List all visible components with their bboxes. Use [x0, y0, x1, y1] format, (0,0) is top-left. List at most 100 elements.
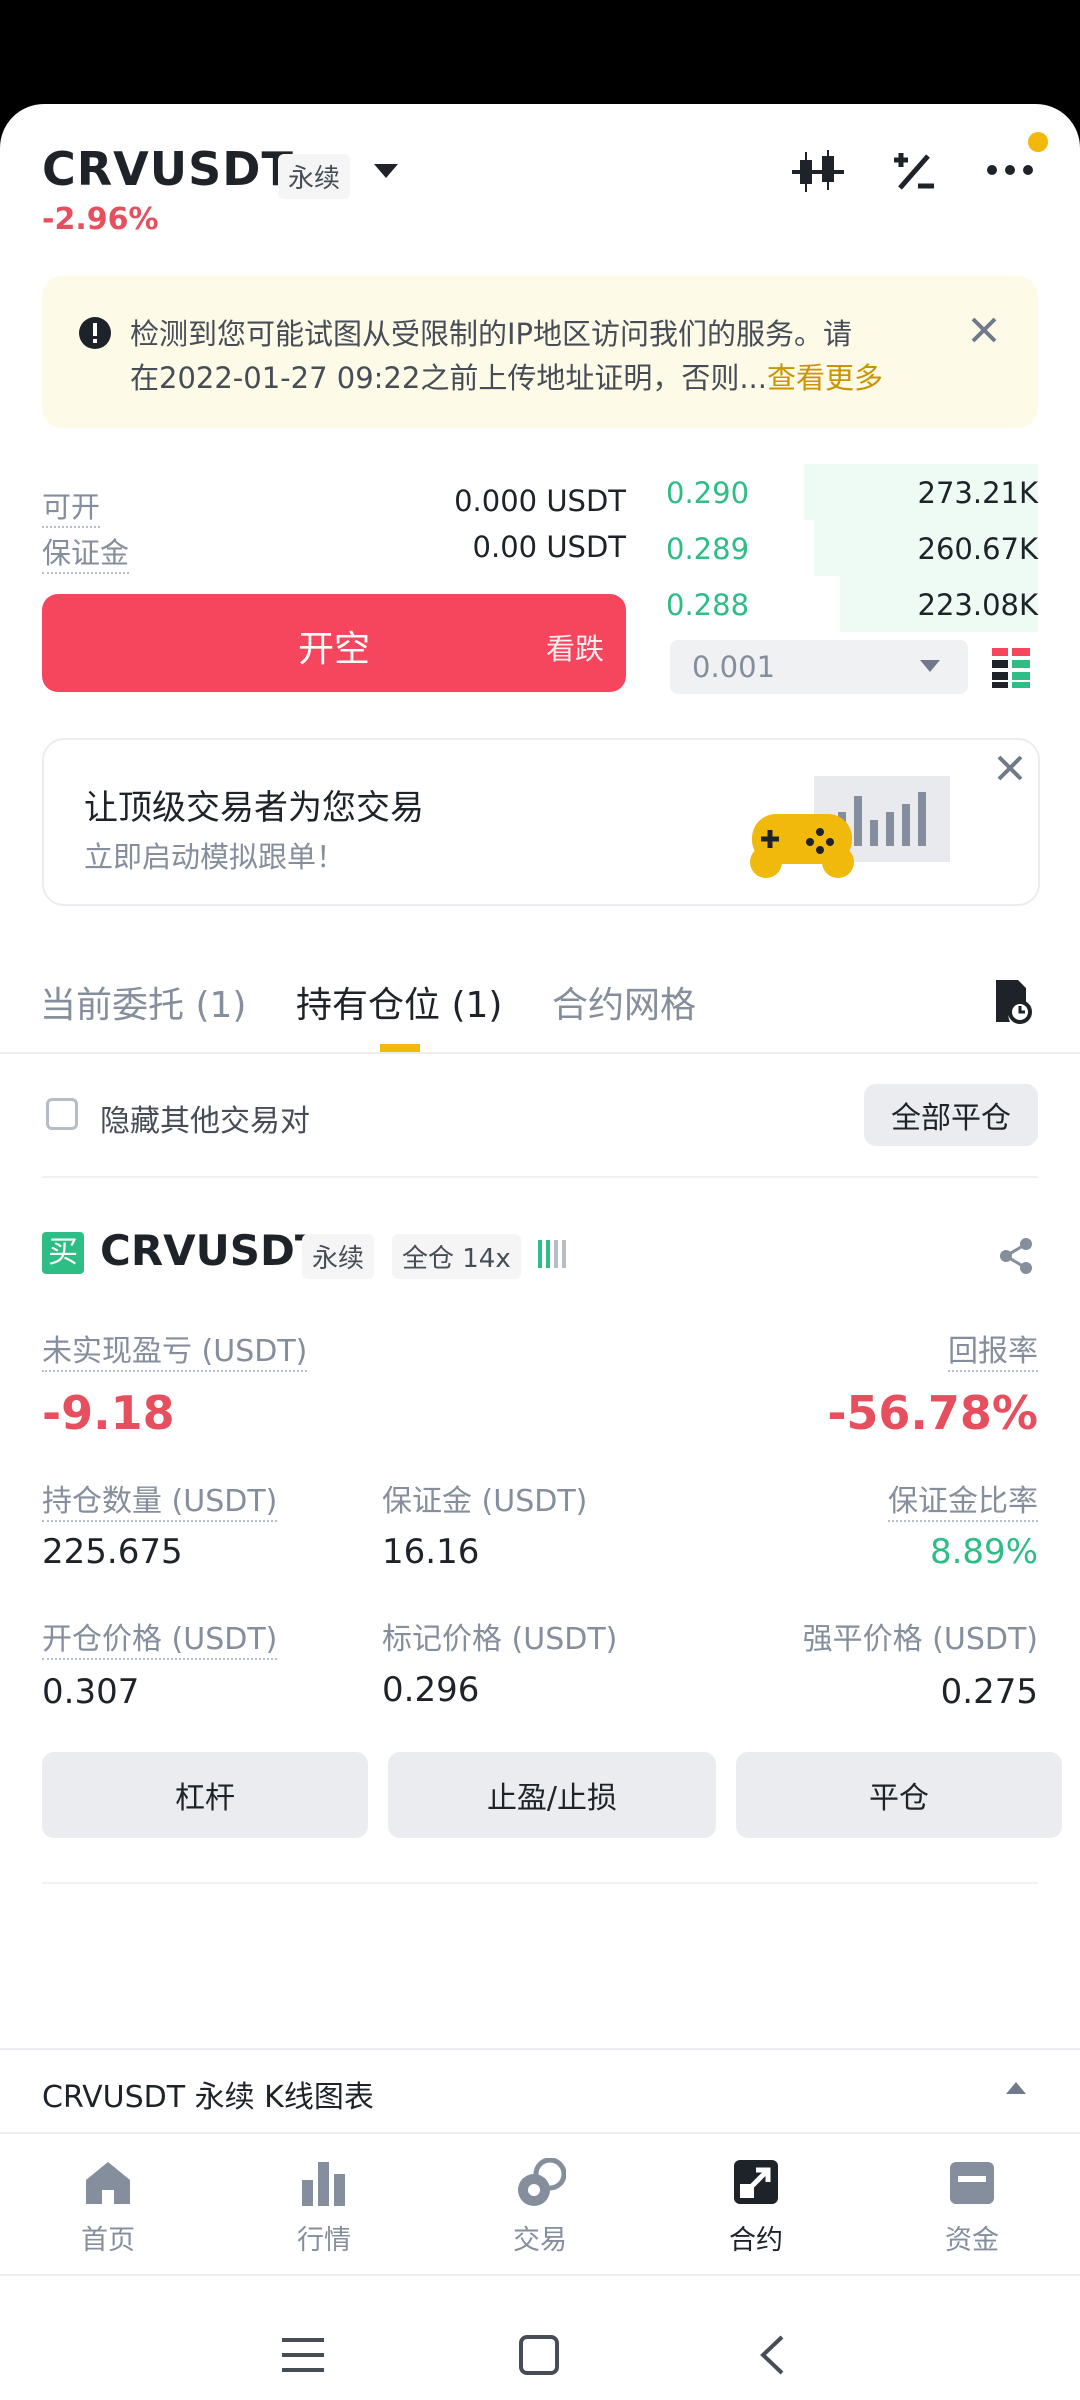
unrealized-pnl-label: 未实现盈亏 (USDT)	[42, 1326, 308, 1372]
home-icon	[86, 2162, 130, 2204]
warning-line-2-text: 在2022-01-27 09:22之前上传地址证明，否则...	[130, 361, 767, 395]
margin-mode-badge: 全仓 14x	[392, 1234, 521, 1279]
unrealized-pnl-value: -9.18	[42, 1386, 175, 1440]
chevron-down-icon	[920, 660, 940, 672]
filter-divider	[42, 1176, 1038, 1178]
promo-title: 让顶级交易者为您交易	[84, 788, 424, 828]
candlestick-icon[interactable]	[792, 148, 844, 196]
nav-markets-label: 行情	[297, 2225, 351, 2256]
margin-ratio-value: 8.89%	[929, 1532, 1038, 1572]
bid-price: 0.288	[666, 588, 750, 622]
wallet-icon	[950, 2162, 994, 2204]
markets-icon	[302, 2162, 345, 2206]
recent-apps-icon[interactable]	[282, 2336, 324, 2374]
bid-quantity: 273.21K	[917, 476, 1039, 510]
roe-label: 回报率	[948, 1326, 1038, 1372]
order-history-icon[interactable]	[992, 978, 1032, 1024]
entry-price-value: 0.307	[42, 1672, 140, 1712]
tab-futures-grid[interactable]: 合约网格	[552, 976, 696, 1028]
buy-badge: 买	[42, 1232, 84, 1274]
bid-price: 0.290	[666, 476, 750, 510]
available-label: 可开	[42, 484, 101, 528]
hide-other-pairs-checkbox[interactable]	[46, 1098, 78, 1130]
available-value: 0.000 USDT	[454, 484, 626, 518]
symbol-title[interactable]: CRVUSDT	[42, 142, 294, 196]
entry-price-label: 开仓价格 (USDT)	[42, 1614, 278, 1660]
kline-chart-label: CRVUSDT 永续 K线图表	[42, 2080, 374, 2115]
position-divider	[42, 1882, 1038, 1884]
nav-home[interactable]: 首页	[48, 2134, 168, 2274]
liquidation-price-value: 0.275	[940, 1672, 1038, 1712]
close-promo-icon[interactable]	[996, 754, 1024, 782]
position-type-badge: 永续	[302, 1234, 375, 1279]
bearish-label: 看跌	[545, 632, 604, 666]
promo-subtitle: 立即启动模拟跟单！	[84, 840, 346, 874]
perpetual-badge: 永续	[278, 154, 351, 199]
open-short-label: 开空	[297, 629, 370, 670]
mark-price-label: 标记价格 (USDT)	[382, 1622, 618, 1657]
open-short-button[interactable]: 开空 看跌	[42, 594, 626, 692]
warning-line-2: 在2022-01-27 09:22之前上传地址证明，否则...查看更多	[130, 356, 990, 400]
bid-price: 0.289	[666, 532, 750, 566]
bid-quantity: 223.08K	[917, 588, 1039, 622]
warning-line-1: 检测到您可能试图从受限制的IP地区访问我们的服务。请	[130, 317, 853, 351]
price-change: -2.96%	[42, 202, 159, 237]
orderbook-layout-icon[interactable]	[992, 648, 1030, 688]
position-size-value: 225.675	[42, 1532, 183, 1572]
orderbook-row[interactable]: 0.289 260.67K	[664, 520, 1038, 576]
precision-select[interactable]: 0.001	[670, 640, 968, 694]
chevron-up-icon	[1006, 2082, 1026, 2094]
margin-ratio-label: 保证金比率	[888, 1476, 1038, 1522]
liquidation-price-label: 强平价格 (USDT)	[802, 1622, 1038, 1657]
copy-trading-promo[interactable]: 让顶级交易者为您交易 立即启动模拟跟单！	[42, 738, 1040, 906]
nav-markets[interactable]: 行情	[264, 2134, 384, 2274]
back-icon[interactable]	[758, 2334, 786, 2376]
nav-futures-label: 合约	[729, 2225, 783, 2256]
precision-value: 0.001	[692, 650, 776, 684]
margin-label: 保证金	[42, 530, 130, 574]
home-system-icon[interactable]	[518, 2334, 560, 2376]
close-position-button[interactable]: 平仓	[736, 1752, 1062, 1838]
tab-positions[interactable]: 持有仓位 (1)	[296, 976, 502, 1028]
mark-price-value: 0.296	[382, 1670, 480, 1710]
adl-indicator-icon	[538, 1240, 568, 1268]
nav-trade-label: 交易	[513, 2225, 567, 2256]
position-margin-value: 16.16	[382, 1532, 480, 1572]
active-tab-indicator	[380, 1044, 420, 1052]
system-bar-divider	[0, 2274, 1080, 2276]
leverage-button[interactable]: 杠杆	[42, 1752, 368, 1838]
roe-value: -56.78%	[827, 1386, 1038, 1440]
see-more-link[interactable]: 查看更多	[767, 361, 883, 395]
nav-futures[interactable]: 合约	[696, 2134, 816, 2274]
app-sheet: CRVUSDT 永续 -2.96% 检测到您可能试图从受限制的IP地区访问我们的…	[0, 104, 1080, 2400]
orderbook-row[interactable]: 0.288 223.08K	[664, 576, 1038, 632]
position-size-label: 持仓数量 (USDT)	[42, 1476, 278, 1522]
close-all-button[interactable]: 全部平仓	[864, 1084, 1038, 1146]
nav-wallet[interactable]: 资金	[912, 2134, 1032, 2274]
warning-text: 检测到您可能试图从受限制的IP地区访问我们的服务。请 在2022-01-27 0…	[130, 312, 990, 400]
tabs-divider	[0, 1052, 1080, 1054]
nav-wallet-label: 资金	[945, 2225, 999, 2256]
position-symbol[interactable]: CRVUSDT	[100, 1226, 324, 1275]
symbol-dropdown-icon[interactable]	[374, 164, 398, 180]
orderbook-row[interactable]: 0.290 273.21K	[664, 464, 1038, 520]
position-margin-label: 保证金 (USDT)	[382, 1484, 588, 1519]
warning-icon	[78, 316, 112, 350]
nav-home-label: 首页	[81, 2225, 135, 2256]
share-icon[interactable]	[1000, 1238, 1034, 1274]
tp-sl-button[interactable]: 止盈/止损	[388, 1752, 716, 1838]
nav-trade[interactable]: 交易	[480, 2134, 600, 2274]
trade-icon	[518, 2158, 566, 2206]
close-banner-icon[interactable]	[970, 316, 998, 344]
hide-other-pairs-label: 隐藏其他交易对	[100, 1104, 310, 1139]
futures-icon	[734, 2160, 778, 2204]
notification-dot	[1028, 132, 1048, 152]
calculator-icon[interactable]	[890, 148, 938, 196]
margin-value: 0.00 USDT	[472, 530, 626, 564]
gamepad-chart-illustration	[744, 772, 954, 892]
orderbook-bids: 0.290 273.21K 0.289 260.67K 0.288 223.08…	[664, 464, 1038, 634]
ip-warning-banner: 检测到您可能试图从受限制的IP地区访问我们的服务。请 在2022-01-27 0…	[42, 276, 1038, 428]
tab-open-orders[interactable]: 当前委托 (1)	[40, 976, 246, 1028]
kline-chart-bar[interactable]: CRVUSDT 永续 K线图表	[0, 2048, 1080, 2134]
more-icon[interactable]	[986, 162, 1034, 178]
